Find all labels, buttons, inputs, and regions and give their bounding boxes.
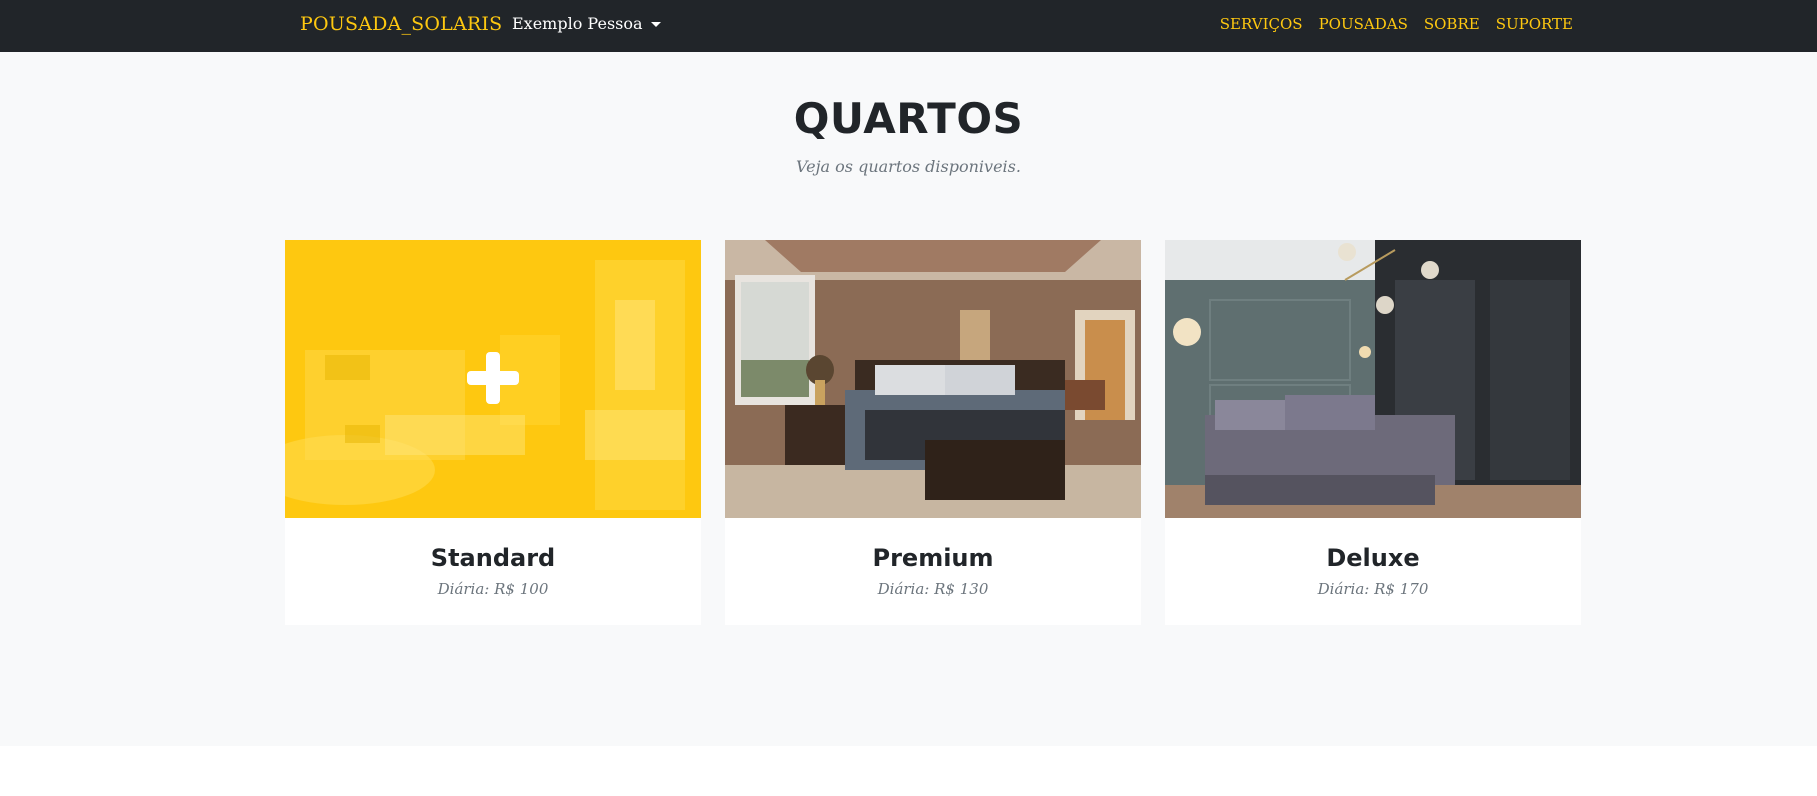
user-menu-label: Exemplo Pessoa <box>512 14 643 33</box>
room-title: Standard <box>430 544 556 572</box>
room-title: Deluxe <box>1326 544 1420 572</box>
bedroom-photo-grey-walls <box>1165 240 1581 518</box>
bedroom-photo-dark-wood-bed <box>725 240 1141 518</box>
room-price: Diária: R$ 100 <box>437 580 549 598</box>
nav-link-suporte[interactable]: SUPORTE <box>1496 15 1573 33</box>
room-caption-standard: Standard Diária: R$ 100 <box>285 518 701 625</box>
nav-links: SERVIÇOS POUSADAS SOBRE SUPORTE <box>1220 15 1573 33</box>
section-title: QUARTOS <box>793 94 1024 143</box>
nav-link-pousadas[interactable]: POUSADAS <box>1319 15 1408 33</box>
user-menu-dropdown[interactable]: Exemplo Pessoa <box>512 14 661 33</box>
room-price: Diária: R$ 130 <box>877 580 989 598</box>
room-card-premium[interactable]: Premium Diária: R$ 130 <box>725 240 1141 625</box>
room-image-deluxe[interactable] <box>1165 240 1581 518</box>
brand-link[interactable]: POUSADA_SOLARIS <box>300 13 502 35</box>
plus-icon <box>467 352 519 404</box>
room-title: Premium <box>872 544 994 572</box>
room-caption-deluxe: Deluxe Diária: R$ 170 <box>1165 518 1581 625</box>
nav-link-servicos[interactable]: SERVIÇOS <box>1220 15 1303 33</box>
section-subtitle: Veja os quartos disponiveis. <box>796 157 1021 176</box>
top-navbar: POUSADA_SOLARIS Exemplo Pessoa SERVIÇOS … <box>0 0 1817 52</box>
chevron-down-icon <box>650 22 661 27</box>
rooms-section: QUARTOS Veja os quartos disponiveis. Sta… <box>0 52 1817 746</box>
room-image-premium[interactable] <box>725 240 1141 518</box>
page-bottom-band <box>0 746 1817 796</box>
room-caption-premium: Premium Diária: R$ 130 <box>725 518 1141 625</box>
nav-link-sobre[interactable]: SOBRE <box>1424 15 1480 33</box>
room-card-standard[interactable]: Standard Diária: R$ 100 <box>285 240 701 625</box>
room-price: Diária: R$ 170 <box>1317 580 1429 598</box>
room-image-standard[interactable] <box>285 240 701 518</box>
room-card-deluxe[interactable]: Deluxe Diária: R$ 170 <box>1165 240 1581 625</box>
